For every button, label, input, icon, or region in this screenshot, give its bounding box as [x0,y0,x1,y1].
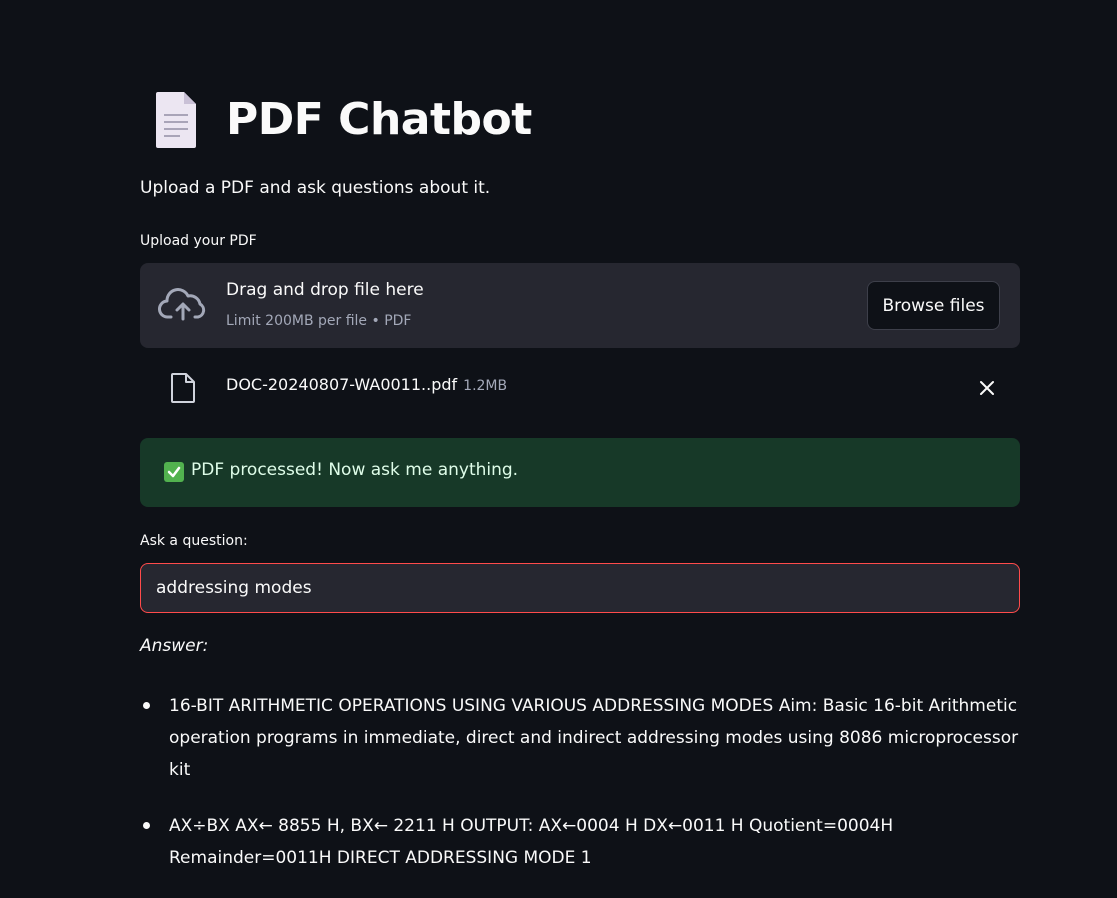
answer-label: Answer: [140,636,209,656]
cloud-upload-icon [158,285,208,325]
file-name-text: DOC-20240807-WA0011..pdf [226,375,458,394]
close-icon [980,381,994,395]
document-icon [152,90,200,150]
file-dropzone[interactable]: Drag and drop file here Limit 200MB per … [140,263,1020,348]
dropzone-limit: Limit 200MB per file • PDF [226,313,412,329]
check-box-icon [164,462,184,482]
remove-file-button[interactable] [974,374,1000,402]
question-input[interactable] [140,563,1020,613]
file-size: 1.2MB [463,378,508,394]
success-alert: PDF processed! Now ask me anything. [140,438,1020,507]
dropzone-title: Drag and drop file here [226,280,424,300]
uploaded-file-row: DOC-20240807-WA0011..pdf 1.2MB [140,360,1020,416]
success-message: PDF processed! Now ask me anything. [191,460,519,480]
upload-label: Upload your PDF [140,233,257,249]
browse-files-button[interactable]: Browse files [867,281,1000,330]
question-label: Ask a question: [140,533,248,549]
page-subtitle: Upload a PDF and ask questions about it. [140,178,491,198]
answer-item: 16-BIT ARITHMETIC OPERATIONS USING VARIO… [140,690,1020,786]
file-icon [170,372,196,404]
answer-item: AX÷BX AX← 8855 H, BX← 2211 H OUTPUT: AX←… [140,810,1020,874]
title-row: PDF Chatbot [152,90,532,150]
page-title: PDF Chatbot [226,94,532,145]
uploaded-file-name: DOC-20240807-WA0011..pdf 1.2MB [226,375,507,394]
answer-list: 16-BIT ARITHMETIC OPERATIONS USING VARIO… [140,690,1020,898]
